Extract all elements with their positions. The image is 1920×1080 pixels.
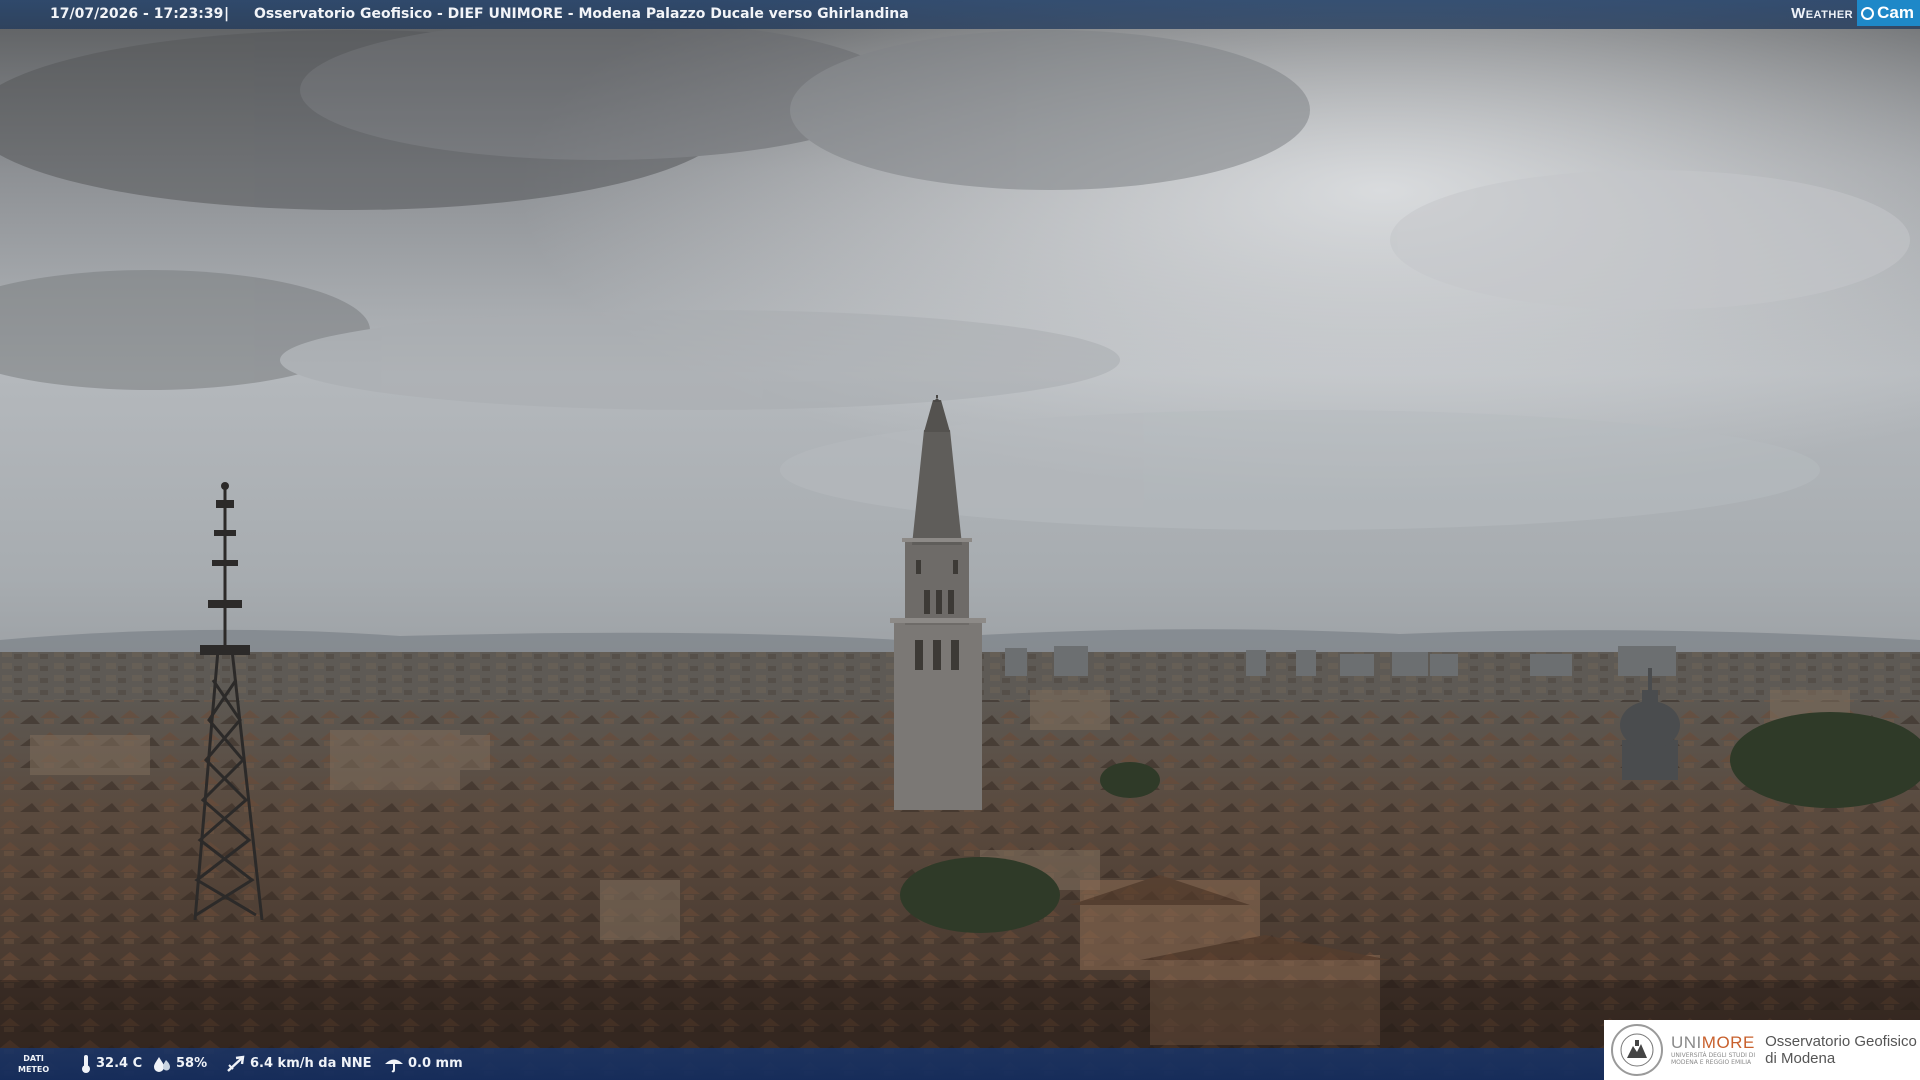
unimore-observatory-logo: UNIMORE UNIVERSITÀ DEGLI STUDI DI MODENA… — [1604, 1020, 1920, 1080]
camera-lens-icon — [1861, 6, 1875, 20]
webcam-photo — [0, 0, 1920, 1080]
unimore-seal-icon — [1611, 1024, 1663, 1076]
wind-reading: 6.4 km/h da NNE — [226, 1048, 372, 1080]
observatory-line-1: Osservatorio Geofisico — [1765, 1033, 1917, 1050]
unimore-wordmark: UNIMORE UNIVERSITÀ DEGLI STUDI DI MODENA… — [1671, 1033, 1756, 1067]
wind-value: 6.4 km/h da NNE — [250, 1056, 372, 1071]
header-separator: | — [224, 6, 230, 22]
unimore-subtitle-1: UNIVERSITÀ DEGLI STUDI DI — [1671, 1052, 1756, 1059]
camera-title: Osservatorio Geofisico - DIEF UNIMORE - … — [254, 6, 909, 22]
brand-weather: Weather — [1791, 4, 1854, 22]
humidity-reading: 58% — [152, 1048, 207, 1080]
thermometer-icon — [82, 1055, 90, 1073]
dati-label: DATI — [23, 1054, 44, 1063]
temperature-reading: 32.4 C — [80, 1048, 142, 1080]
unimore-uni: UNI — [1671, 1033, 1702, 1052]
unimore-more: MORE — [1701, 1033, 1755, 1052]
rain-icon — [385, 1059, 403, 1073]
rain-reading: 0.0 mm — [384, 1048, 463, 1080]
timestamp: 17/07/2026 - 17:23:39 — [50, 6, 224, 22]
dati-meteo-label: DATI METEO — [18, 1053, 49, 1075]
temperature-value: 32.4 C — [96, 1056, 143, 1071]
header-bar: 17/07/2026 - 17:23:39 | Osservatorio Geo… — [0, 0, 1920, 29]
rain-value: 0.0 mm — [408, 1056, 463, 1071]
brand-cam-box: Cam — [1857, 0, 1920, 26]
humidity-value: 58% — [176, 1056, 208, 1071]
observatory-name: Osservatorio Geofisico di Modena — [1765, 1033, 1917, 1067]
weathercam-logo: Weather Cam — [1787, 0, 1920, 26]
wind-icon — [227, 1055, 245, 1072]
brand-cam: Cam — [1877, 3, 1914, 22]
humidity-icon — [154, 1057, 170, 1072]
unimore-subtitle-2: MODENA E REGGIO EMILIA — [1671, 1059, 1752, 1066]
observatory-line-2: di Modena — [1765, 1050, 1836, 1067]
meteo-label: METEO — [18, 1065, 50, 1074]
